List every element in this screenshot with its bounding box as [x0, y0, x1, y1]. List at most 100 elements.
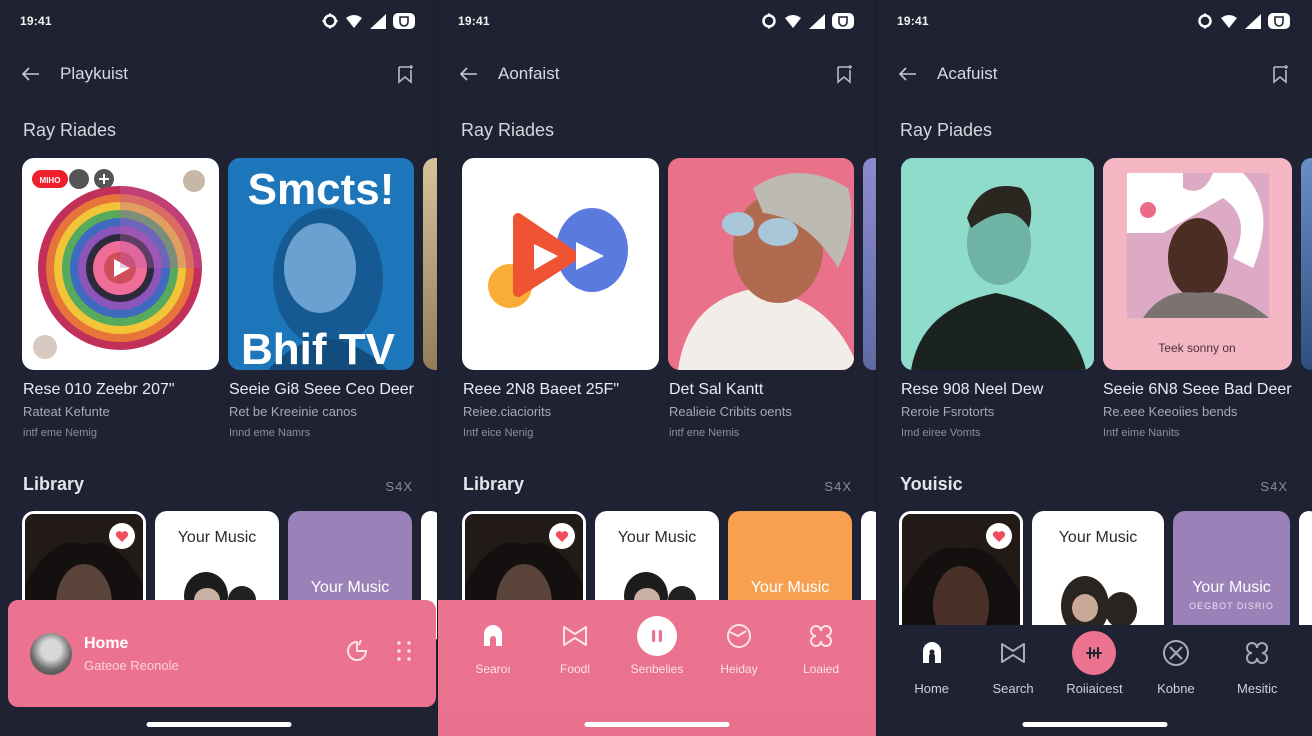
album-title[interactable]: Det Sal Kantt: [669, 381, 866, 399]
bowtie-icon: [1000, 633, 1026, 673]
album-card-play-logo[interactable]: [462, 158, 659, 370]
library-tile-liked[interactable]: [899, 511, 1023, 641]
bookmark-icon[interactable]: [836, 64, 854, 84]
svg-text:Bhif TV: Bhif TV: [241, 325, 396, 370]
nav-item-play-pause[interactable]: Senbelies: [617, 616, 697, 676]
waveform-icon[interactable]: [1072, 631, 1117, 675]
album-card-peek[interactable]: [423, 158, 437, 370]
teal-portrait-artwork: [901, 158, 1094, 370]
album-card-peek[interactable]: [863, 158, 876, 370]
app-bar: Acafuist: [899, 60, 1290, 88]
album-meta: intf ene Nemis: [669, 427, 740, 439]
album-card-portrait-beret[interactable]: [668, 158, 854, 370]
nav-label: Foodl: [559, 662, 591, 676]
pink-portrait-artwork: Teek sonny on: [1103, 158, 1292, 370]
clover-icon: [808, 616, 834, 656]
svg-text:Teek sonny on: Teek sonny on: [1158, 341, 1235, 355]
battery-icon: [393, 13, 415, 29]
nav-label: Mesitic: [1237, 681, 1278, 696]
album-title[interactable]: Rese 010 Zeebr 207": [23, 381, 220, 399]
nav-item-podcast[interactable]: Roiiaicest: [1054, 631, 1134, 696]
bookmark-icon[interactable]: [397, 64, 415, 84]
bottom-nav: Searoı Foodl Senbelies Heiday Loaied: [438, 600, 876, 736]
bottom-nav: Home Search Roiiaicest Kobne Mesitic: [877, 625, 1312, 736]
home-indicator[interactable]: [146, 722, 292, 727]
home-indicator[interactable]: [1022, 722, 1167, 727]
nav-item-music[interactable]: Mesitic: [1217, 633, 1297, 696]
nav-item-heiday[interactable]: Heiday: [699, 616, 779, 676]
screen-artist-dark-nav: 19:41 Acafuist Ray Piades Teek sonny on …: [876, 0, 1312, 736]
library-count[interactable]: S4X: [824, 479, 852, 494]
tile-label: Your Music: [1058, 529, 1138, 546]
blue-poster-artwork: Smcts! Bhif TV: [228, 158, 414, 370]
wifi-icon: [1220, 14, 1238, 29]
nav-item-loaded[interactable]: Loaied: [781, 616, 861, 676]
album-artist: Reroie Fsrotorts: [901, 404, 995, 419]
nav-item-kobne[interactable]: Kobne: [1136, 633, 1216, 696]
status-time: 19:41: [20, 14, 52, 28]
back-arrow-icon[interactable]: [899, 64, 919, 84]
album-artist: Rateat Kefunte: [23, 404, 110, 419]
home-indicator[interactable]: [584, 722, 730, 727]
nav-label: Home: [914, 681, 950, 696]
nav-item-search[interactable]: Searoı: [453, 616, 533, 676]
status-bar: 19:41: [20, 12, 415, 30]
status-time: 19:41: [897, 14, 929, 28]
tile-label: Your Music: [177, 529, 257, 546]
signal-icon: [809, 13, 825, 29]
nav-item-home[interactable]: Home: [892, 633, 972, 696]
mini-player[interactable]: Home Gateoe Reonole: [8, 600, 436, 707]
album-artist: Realieie Cribits oents: [669, 404, 792, 419]
section-title-library: Library: [463, 474, 525, 494]
screen-playlist-miniplayer: 19:41 Playkuist Ray Riades MIHO Smcts! B…: [0, 0, 437, 736]
liked-heart-icon[interactable]: [549, 523, 575, 549]
mini-player-avatar: [30, 632, 72, 675]
clock-icon: [726, 616, 752, 656]
library-count[interactable]: S4X: [385, 479, 413, 494]
album-title[interactable]: Seeie Gi8 Seee Ceo Deer: [229, 381, 426, 399]
album-meta: Innd eme Namrs: [229, 427, 311, 439]
app-bar: Playkuist: [22, 60, 415, 88]
album-caption: Rese 908 Neel Dew Reroie Fsrotorts Imd e…: [901, 381, 1094, 439]
pause-icon[interactable]: [637, 616, 677, 656]
album-captions: Rese 010 Zeebr 207" Rateat Kefunte intf …: [23, 381, 426, 439]
album-title[interactable]: Reee 2N8 Baeet 25F": [463, 381, 660, 399]
svg-text:Smcts!: Smcts!: [248, 165, 395, 214]
library-count[interactable]: S4X: [1260, 479, 1288, 494]
album-captions: Reee 2N8 Baeet 25F" Reiee.ciaciorits Int…: [463, 381, 866, 439]
nav-item-search[interactable]: Search: [973, 633, 1053, 696]
play-logo-artwork: [488, 208, 628, 308]
album-card-rainbow[interactable]: MIHO: [22, 158, 219, 370]
album-card-poster[interactable]: Smcts! Bhif TV: [228, 158, 414, 370]
library-tile-your-music-purple[interactable]: Your Music OEGBOT DISRIO: [1173, 511, 1290, 641]
album-meta: Imd eiree Vomts: [901, 427, 981, 439]
library-tile-your-music[interactable]: Your Music: [1032, 511, 1164, 641]
nav-label: Search: [992, 681, 1034, 696]
library-tile-peek[interactable]: [1299, 511, 1312, 641]
liked-heart-icon[interactable]: [109, 523, 135, 549]
bowtie-icon: [562, 616, 588, 656]
back-arrow-icon[interactable]: [460, 64, 480, 84]
clover-icon: [1244, 633, 1270, 673]
timer-icon[interactable]: [344, 638, 370, 669]
album-title[interactable]: Seeie 6N8 Seee Bad Deer: [1103, 381, 1300, 399]
signal-icon: [1245, 13, 1261, 29]
album-captions: Rese 908 Neel Dew Reroie Fsrotorts Imd e…: [901, 381, 1300, 439]
location-icon: [761, 13, 777, 29]
back-arrow-icon[interactable]: [22, 64, 42, 84]
nav-item-food[interactable]: Foodl: [535, 616, 615, 676]
album-card-peek[interactable]: [1301, 158, 1312, 370]
album-caption: Reee 2N8 Baeet 25F" Reiee.ciaciorits Int…: [463, 381, 660, 439]
album-title[interactable]: Rese 908 Neel Dew: [901, 381, 1094, 399]
liked-heart-icon[interactable]: [986, 523, 1012, 549]
page-title: Aonfaist: [498, 64, 560, 83]
status-bar: 19:41: [897, 12, 1290, 30]
album-carousel: [462, 158, 876, 370]
album-card-pink-portrait[interactable]: Teek sonny on: [1103, 158, 1292, 370]
beret-portrait-artwork: [668, 158, 854, 370]
bookmark-icon[interactable]: [1272, 64, 1290, 84]
more-options-icon[interactable]: [396, 640, 412, 667]
album-card-teal-portrait[interactable]: [901, 158, 1094, 370]
nav-label: Heiday: [720, 662, 758, 676]
wifi-icon: [345, 14, 363, 29]
